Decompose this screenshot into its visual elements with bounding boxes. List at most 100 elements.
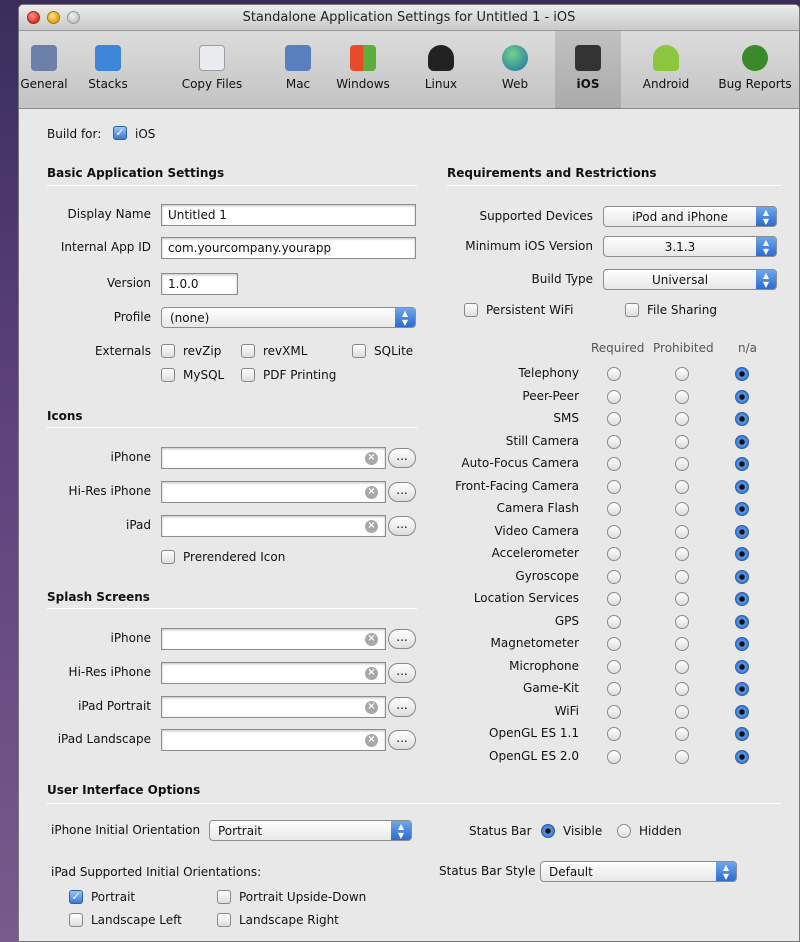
- tab-general[interactable]: General: [19, 31, 69, 109]
- capability-prohibited-radio[interactable]: [675, 569, 689, 584]
- supported-devices-popup[interactable]: iPod and iPhone ▲ ▼: [603, 206, 777, 227]
- capability-prohibited-radio[interactable]: [675, 412, 689, 426]
- title-bar[interactable]: Standalone Application Settings for Unti…: [19, 5, 799, 31]
- iphone-orientation-popup[interactable]: Portrait ▲ ▼: [209, 820, 412, 841]
- version-field[interactable]: 1.0.0: [161, 273, 238, 295]
- capability-na-radio[interactable]: [735, 749, 749, 764]
- capability-required-radio[interactable]: [607, 682, 621, 696]
- capability-na-radio[interactable]: [735, 524, 749, 539]
- capability-prohibited-radio[interactable]: [675, 502, 689, 516]
- splash-ipad-portrait-field[interactable]: ×: [161, 696, 386, 718]
- capability-prohibited-radio[interactable]: [675, 704, 689, 719]
- capability-na-radio[interactable]: [735, 704, 749, 719]
- status-bar-style-popup[interactable]: Default ▲ ▼: [540, 861, 737, 882]
- orient-upside-down-checkbox[interactable]: [217, 890, 231, 904]
- orient-portrait-checkbox[interactable]: ✓: [69, 890, 83, 904]
- capability-required-radio[interactable]: [607, 502, 621, 516]
- capability-na-radio[interactable]: [735, 547, 749, 561]
- capability-prohibited-radio[interactable]: [675, 749, 689, 764]
- status-hidden-radio[interactable]: [617, 824, 631, 838]
- tab-android[interactable]: Android: [621, 31, 711, 109]
- tab-ios[interactable]: iOS: [555, 31, 621, 109]
- capability-prohibited-radio[interactable]: [675, 524, 689, 539]
- clear-icon[interactable]: ×: [365, 520, 378, 533]
- status-visible-radio[interactable]: [541, 824, 555, 838]
- splash-hires-iphone-browse-button[interactable]: ...: [388, 663, 416, 683]
- capability-prohibited-radio[interactable]: [675, 389, 689, 404]
- capability-required-radio[interactable]: [607, 434, 621, 449]
- capability-required-radio[interactable]: [607, 727, 621, 741]
- capability-required-radio[interactable]: [607, 524, 621, 539]
- capability-required-radio[interactable]: [607, 457, 621, 471]
- capability-na-radio[interactable]: [735, 457, 749, 471]
- clear-icon[interactable]: ×: [365, 486, 378, 499]
- capability-na-radio[interactable]: [735, 727, 749, 741]
- capability-na-radio[interactable]: [735, 614, 749, 629]
- capability-prohibited-radio[interactable]: [675, 637, 689, 651]
- capability-na-radio[interactable]: [735, 479, 749, 494]
- splash-ipad-landscape-field[interactable]: ×: [161, 729, 386, 751]
- clear-icon[interactable]: ×: [365, 667, 378, 680]
- persistent-wifi-checkbox[interactable]: [464, 303, 478, 317]
- capability-required-radio[interactable]: [607, 659, 621, 674]
- capability-na-radio[interactable]: [735, 637, 749, 651]
- min-ios-popup[interactable]: 3.1.3 ▲ ▼: [603, 236, 777, 257]
- splash-iphone-field[interactable]: ×: [161, 628, 386, 650]
- tab-bug-reports[interactable]: Bug Reports: [711, 31, 799, 109]
- icon-hires-iphone-field[interactable]: ×: [161, 481, 386, 503]
- profile-popup[interactable]: (none) ▲ ▼: [161, 307, 416, 328]
- capability-na-radio[interactable]: [735, 412, 749, 426]
- capability-prohibited-radio[interactable]: [675, 434, 689, 449]
- capability-na-radio[interactable]: [735, 434, 749, 449]
- revzip-checkbox[interactable]: [161, 344, 175, 358]
- mysql-checkbox[interactable]: [161, 368, 175, 382]
- tab-mac[interactable]: Mac: [277, 31, 319, 109]
- clear-icon[interactable]: ×: [365, 701, 378, 714]
- capability-na-radio[interactable]: [735, 502, 749, 516]
- capability-prohibited-radio[interactable]: [675, 659, 689, 674]
- tab-linux[interactable]: Linux: [407, 31, 475, 109]
- capability-na-radio[interactable]: [735, 569, 749, 584]
- icon-iphone-browse-button[interactable]: ...: [388, 448, 416, 468]
- capability-required-radio[interactable]: [607, 547, 621, 561]
- capability-na-radio[interactable]: [735, 389, 749, 404]
- revxml-checkbox[interactable]: [241, 344, 255, 358]
- capability-required-radio[interactable]: [607, 479, 621, 494]
- pdf-printing-checkbox[interactable]: [241, 368, 255, 382]
- splash-ipad-portrait-browse-button[interactable]: ...: [388, 697, 416, 717]
- tab-stacks[interactable]: Stacks: [69, 31, 147, 109]
- prerendered-icon-checkbox[interactable]: [161, 550, 175, 564]
- capability-required-radio[interactable]: [607, 592, 621, 606]
- clear-icon[interactable]: ×: [365, 452, 378, 465]
- splash-ipad-landscape-browse-button[interactable]: ...: [388, 730, 416, 750]
- capability-required-radio[interactable]: [607, 704, 621, 719]
- capability-prohibited-radio[interactable]: [675, 614, 689, 629]
- capability-prohibited-radio[interactable]: [675, 547, 689, 561]
- clear-icon[interactable]: ×: [365, 633, 378, 646]
- tab-copy-files[interactable]: Copy Files: [147, 31, 277, 109]
- capability-prohibited-radio[interactable]: [675, 682, 689, 696]
- capability-na-radio[interactable]: [735, 659, 749, 674]
- splash-hires-iphone-field[interactable]: ×: [161, 662, 386, 684]
- icon-iphone-field[interactable]: ×: [161, 447, 386, 469]
- splash-iphone-browse-button[interactable]: ...: [388, 629, 416, 649]
- capability-prohibited-radio[interactable]: [675, 457, 689, 471]
- sqlite-checkbox[interactable]: [352, 344, 366, 358]
- clear-icon[interactable]: ×: [365, 734, 378, 747]
- icon-ipad-field[interactable]: ×: [161, 515, 386, 537]
- capability-required-radio[interactable]: [607, 637, 621, 651]
- capability-prohibited-radio[interactable]: [675, 479, 689, 494]
- capability-na-radio[interactable]: [735, 682, 749, 696]
- capability-required-radio[interactable]: [607, 614, 621, 629]
- build-ios-checkbox[interactable]: ✓: [113, 126, 127, 140]
- capability-na-radio[interactable]: [735, 592, 749, 606]
- icon-ipad-browse-button[interactable]: ...: [388, 516, 416, 536]
- file-sharing-checkbox[interactable]: [625, 303, 639, 317]
- capability-prohibited-radio[interactable]: [675, 592, 689, 606]
- build-type-popup[interactable]: Universal ▲ ▼: [603, 269, 777, 290]
- orient-landscape-left-checkbox[interactable]: [69, 913, 83, 927]
- capability-required-radio[interactable]: [607, 412, 621, 426]
- capability-na-radio[interactable]: [735, 367, 749, 381]
- orient-landscape-right-checkbox[interactable]: [217, 913, 231, 927]
- capability-required-radio[interactable]: [607, 569, 621, 584]
